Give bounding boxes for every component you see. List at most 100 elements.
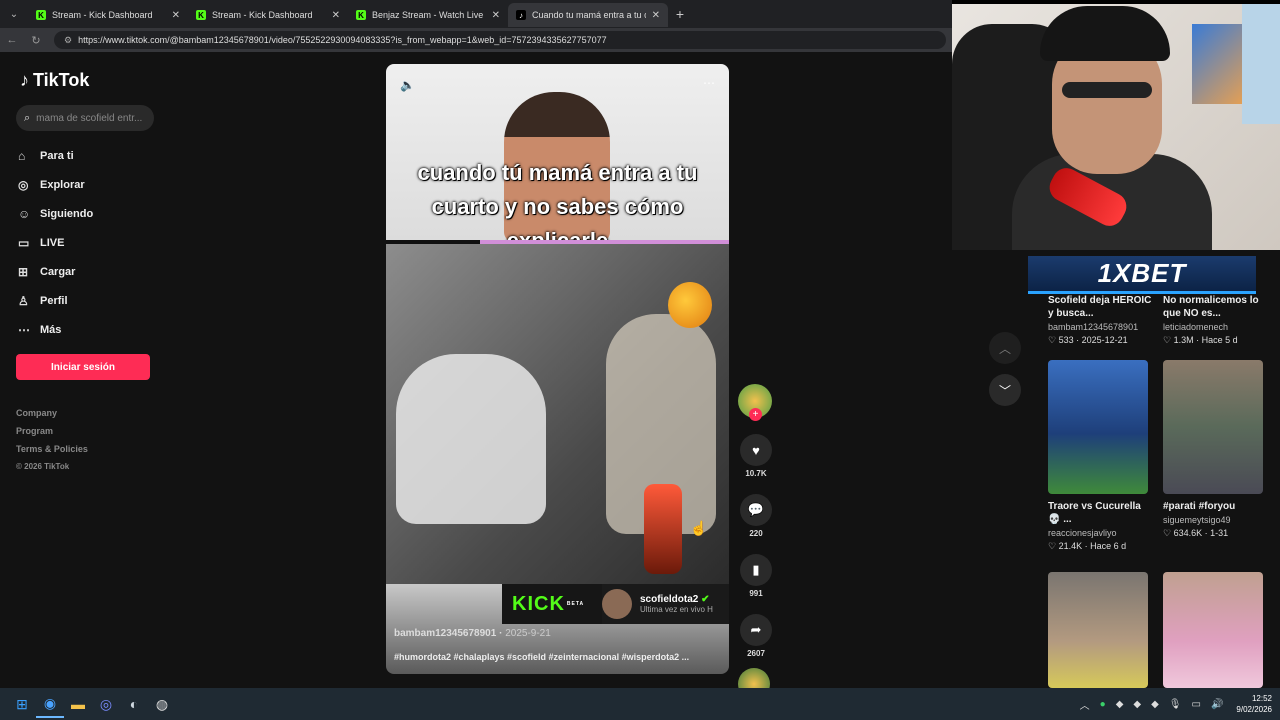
more-options-icon[interactable]: ⋯ bbox=[703, 76, 715, 90]
heart-icon[interactable]: ♥ bbox=[740, 434, 772, 466]
browser-tab-active[interactable]: ♪ Cuando tu mamá entra a tu cuarto ✕ bbox=[508, 3, 668, 27]
new-tab-button[interactable]: + bbox=[668, 6, 692, 22]
tab-label: Stream - Kick Dashboard bbox=[52, 10, 153, 20]
compass-icon: ◎ bbox=[18, 177, 29, 192]
sidebar-item-cargar[interactable]: ⊞ Cargar bbox=[16, 257, 170, 286]
file-explorer-icon[interactable]: ▬ bbox=[64, 690, 92, 718]
kick-logo: KICK BETA bbox=[502, 584, 602, 624]
video-author[interactable]: bambam12345678901 bbox=[394, 628, 496, 639]
kick-overlay: KICK BETA scofieldota2 ✔ Ultima vez en vi… bbox=[502, 584, 729, 624]
browser-tab[interactable]: K Stream - Kick Dashboard ✕ bbox=[188, 3, 348, 27]
follow-plus-icon[interactable]: + bbox=[749, 408, 762, 421]
tab-search-button[interactable]: ⌄ bbox=[0, 0, 28, 28]
live-icon: ▭ bbox=[18, 235, 30, 250]
app-tray-icon[interactable]: ◆ bbox=[1133, 699, 1141, 710]
browser-tab[interactable]: K Benjaz Stream - Watch Live on Kick ✕ bbox=[348, 3, 508, 27]
comment-action[interactable]: 💬 220 bbox=[738, 494, 774, 538]
video-frame-bottom: KICK BETA scofieldota2 ✔ Ultima vez en vi… bbox=[386, 584, 729, 674]
video-thumbnail[interactable] bbox=[1048, 360, 1148, 494]
share-icon[interactable]: ➦ bbox=[740, 614, 772, 646]
video-thumbnail[interactable] bbox=[1163, 360, 1263, 494]
list-item[interactable]: Traore vs Cucurella 💀 ... reaccionesjavl… bbox=[1048, 360, 1152, 552]
windows-start-icon[interactable]: ⊞ bbox=[8, 690, 36, 718]
taskbar: ⊞ ◉ ▬ ◎ ◐ ◍ ︿ ● ◆ ◆ ◆ 🎙 ▭ 🔊 12:52 9/02/2… bbox=[0, 688, 1280, 720]
verified-icon: ✔ bbox=[701, 594, 710, 605]
list-item[interactable] bbox=[1048, 572, 1152, 688]
sidebar-item-mas[interactable]: ⋯ Más bbox=[16, 315, 170, 344]
footer-link-company[interactable]: Company bbox=[16, 408, 170, 426]
url-text: https://www.tiktok.com/@bambam1234567890… bbox=[78, 35, 607, 45]
close-icon[interactable]: ✕ bbox=[332, 10, 340, 21]
kick-icon: K bbox=[36, 10, 46, 20]
chevron-down-icon[interactable]: ﹀ bbox=[989, 374, 1021, 406]
microphone-icon[interactable]: 🎙 bbox=[1169, 699, 1182, 710]
sidebar-item-live[interactable]: ▭ LIVE bbox=[16, 228, 170, 257]
upload-icon: ⊞ bbox=[18, 264, 29, 279]
list-item[interactable]: Scofield deja HEROIC y busca... bambam12… bbox=[1048, 288, 1152, 346]
clock[interactable]: 12:52 9/02/2026 bbox=[1236, 693, 1272, 715]
reload-icon[interactable]: ↻ bbox=[24, 34, 48, 47]
address-bar-row: ← ↻ ⚙ https://www.tiktok.com/@bambam1234… bbox=[0, 28, 952, 52]
steam-icon[interactable]: ◐ bbox=[120, 690, 148, 718]
app-tray-icon[interactable]: ◆ bbox=[1151, 699, 1159, 710]
footer-link-terms[interactable]: Terms & Policies bbox=[16, 444, 170, 462]
rec-meta: ♡ 533 · 2025-12-21 bbox=[1048, 335, 1128, 345]
sidebar-item-label: Explorar bbox=[40, 178, 85, 191]
list-item[interactable]: No normalicemos lo que NO es... leticiad… bbox=[1163, 288, 1267, 346]
video-thumbnail[interactable] bbox=[1048, 572, 1148, 688]
status-dot-icon[interactable]: ● bbox=[1100, 699, 1106, 710]
share-count: 2607 bbox=[747, 649, 765, 658]
search-input[interactable]: ⌕ mama de scofield entr... bbox=[16, 105, 154, 131]
tiktok-icon: ♪ bbox=[516, 10, 526, 20]
list-item[interactable] bbox=[1163, 572, 1267, 688]
url-field[interactable]: ⚙ https://www.tiktok.com/@bambam12345678… bbox=[54, 31, 946, 49]
rec-user: bambam12345678901 bbox=[1048, 322, 1139, 332]
sidebar-item-perfil[interactable]: ♙ Perfil bbox=[16, 286, 170, 315]
sidebar-item-siguiendo[interactable]: ☺ Siguiendo bbox=[16, 199, 170, 228]
video-lamp bbox=[644, 484, 682, 574]
sidebar-item-explorar[interactable]: ◎ Explorar bbox=[16, 170, 170, 199]
avatar[interactable]: + bbox=[738, 384, 772, 421]
rec-title: Traore vs Cucurella 💀 ... bbox=[1048, 501, 1141, 525]
obs-icon[interactable]: ◍ bbox=[148, 690, 176, 718]
hand-cursor-icon: ☝ bbox=[690, 520, 708, 536]
like-action[interactable]: ♥ 10.7K bbox=[738, 434, 774, 478]
browser-tab[interactable]: K Stream - Kick Dashboard ✕ bbox=[28, 3, 188, 27]
site-info-icon[interactable]: ⚙ bbox=[64, 35, 72, 46]
app-tray-icon[interactable]: ◆ bbox=[1116, 699, 1124, 710]
close-icon[interactable]: ✕ bbox=[652, 10, 660, 21]
video-player[interactable]: cuando tú mamá entra a tu cuarto y no sa… bbox=[386, 64, 729, 674]
footer-link-program[interactable]: Program bbox=[16, 426, 170, 444]
back-icon[interactable]: ← bbox=[0, 34, 24, 46]
kick-channel-info: scofieldota2 ✔ Ultima vez en vivo H bbox=[640, 594, 713, 614]
save-action[interactable]: ▮ 991 bbox=[738, 554, 774, 598]
video-author-line: bambam12345678901 · 2025-9-21 bbox=[394, 628, 551, 639]
chevron-up-icon[interactable]: ︿ bbox=[989, 332, 1021, 364]
rec-meta: ♡ 1.3M · Hace 5 d bbox=[1163, 335, 1238, 345]
bookmark-icon[interactable]: ▮ bbox=[740, 554, 772, 586]
comment-icon[interactable]: 💬 bbox=[740, 494, 772, 526]
share-action[interactable]: ➦ 2607 bbox=[738, 614, 774, 658]
video-thumbnail[interactable] bbox=[1163, 572, 1263, 688]
mango-sticker bbox=[668, 282, 712, 328]
video-hashtags[interactable]: #humordota2 #chalaplays #scofield #zeint… bbox=[394, 652, 689, 662]
clock-time: 12:52 bbox=[1251, 694, 1272, 703]
system-tray: ︿ ● ◆ ◆ ◆ 🎙 ▭ 🔊 12:52 9/02/2026 bbox=[1075, 688, 1272, 720]
sidebar-item-label: Cargar bbox=[40, 265, 76, 278]
close-icon[interactable]: ✕ bbox=[172, 10, 180, 21]
volume-icon[interactable]: 🔈 bbox=[400, 78, 415, 92]
chevron-up-icon[interactable]: ︿ bbox=[1080, 697, 1090, 712]
sidebar-item-para-ti[interactable]: ⌂ Para ti bbox=[16, 141, 170, 170]
list-item[interactable]: #parati #foryou siguemeytsigo49 ♡ 634.6K… bbox=[1163, 360, 1267, 539]
avatar bbox=[602, 589, 632, 619]
volume-icon[interactable]: 🔊 bbox=[1211, 699, 1223, 710]
tiktok-note-icon: ♪ bbox=[20, 70, 29, 90]
close-icon[interactable]: ✕ bbox=[492, 10, 500, 21]
discord-icon[interactable]: ◎ bbox=[92, 690, 120, 718]
edge-browser-icon[interactable]: ◉ bbox=[36, 690, 64, 718]
rec-user: leticiadomenech bbox=[1163, 322, 1229, 332]
display-icon[interactable]: ▭ bbox=[1192, 699, 1201, 710]
sidebar-footer: Company Program Terms & Policies © 2026 … bbox=[16, 408, 170, 480]
login-button[interactable]: Iniciar sesión bbox=[16, 354, 150, 380]
tiktok-logo[interactable]: ♪ TikTok bbox=[20, 70, 170, 91]
